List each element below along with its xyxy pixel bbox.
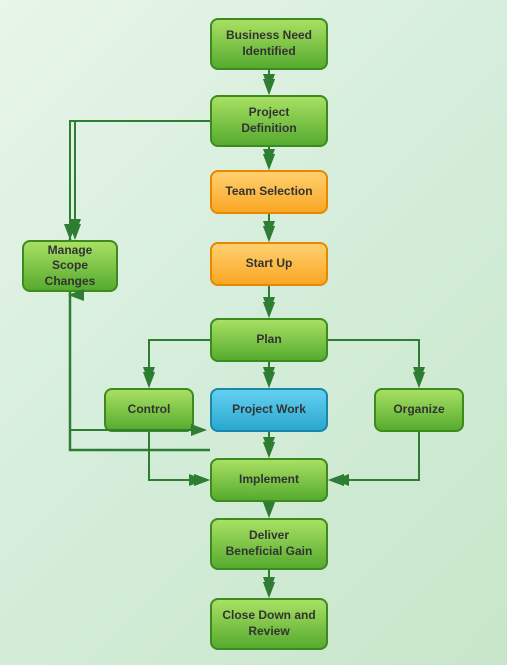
business-need-label: Business NeedIdentified [226,28,312,59]
team-selection-box: Team Selection [210,170,328,214]
project-work-label: Project Work [232,402,306,418]
organize-box: Organize [374,388,464,432]
manage-scope-label: Manage ScopeChanges [32,243,108,290]
start-up-box: Start Up [210,242,328,286]
organize-label: Organize [393,402,444,418]
control-label: Control [128,402,171,418]
close-down-label: Close Down andReview [222,608,315,639]
control-box: Control [104,388,194,432]
team-selection-label: Team Selection [225,184,312,200]
project-def-label: ProjectDefinition [241,105,296,136]
diagram-container: Business NeedIdentified ProjectDefinitio… [0,0,507,665]
deliver-label: DeliverBeneficial Gain [226,528,313,559]
manage-scope-box: Manage ScopeChanges [22,240,118,292]
business-need-box: Business NeedIdentified [210,18,328,70]
project-work-box: Project Work [210,388,328,432]
close-down-box: Close Down andReview [210,598,328,650]
plan-box: Plan [210,318,328,362]
project-definition-box: ProjectDefinition [210,95,328,147]
implement-box: Implement [210,458,328,502]
start-up-label: Start Up [246,256,293,272]
implement-label: Implement [239,472,299,488]
deliver-box: DeliverBeneficial Gain [210,518,328,570]
plan-label: Plan [256,332,281,348]
